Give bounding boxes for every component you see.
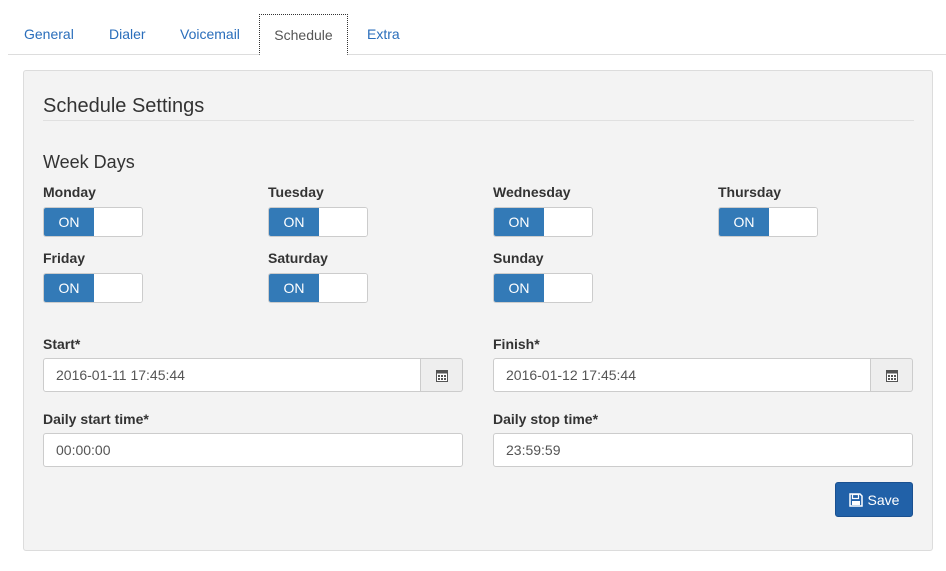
toggle-wednesday[interactable]: ON — [493, 207, 593, 237]
toggle-handle — [544, 274, 592, 302]
day-saturday: Saturday ON — [268, 248, 468, 303]
day-monday: Monday ON — [43, 182, 243, 237]
week-days-heading: Week Days — [43, 152, 135, 172]
toggle-friday[interactable]: ON — [43, 273, 143, 303]
toggle-thursday[interactable]: ON — [718, 207, 818, 237]
toggle-monday[interactable]: ON — [43, 207, 143, 237]
toggle-on-label: ON — [44, 274, 94, 302]
title-divider — [43, 120, 914, 121]
daily-stop-time-input[interactable] — [493, 433, 913, 467]
tab-extra[interactable]: Extra — [367, 14, 400, 55]
panel-title: Schedule Settings — [43, 95, 205, 117]
toggle-on-label: ON — [719, 208, 769, 236]
toggle-handle — [94, 274, 142, 302]
toggle-on-label: ON — [494, 208, 544, 236]
day-label-thursday: Thursday — [718, 184, 782, 200]
toggle-on-label: ON — [44, 208, 94, 236]
day-label-monday: Monday — [43, 184, 96, 200]
calendar-icon[interactable] — [871, 358, 913, 392]
floppy-disk-icon — [848, 492, 863, 507]
finish-datetime-group — [493, 358, 913, 392]
toggle-handle — [769, 208, 817, 236]
start-datetime-group — [43, 358, 463, 392]
tab-voicemail[interactable]: Voicemail — [180, 14, 240, 55]
toggle-saturday[interactable]: ON — [268, 273, 368, 303]
day-friday: Friday ON — [43, 248, 243, 303]
day-sunday: Sunday ON — [493, 248, 693, 303]
toggle-on-label: ON — [269, 274, 319, 302]
toggle-handle — [94, 208, 142, 236]
day-label-wednesday: Wednesday — [493, 184, 571, 200]
daily-start-label: Daily start time* — [43, 411, 149, 427]
day-thursday: Thursday ON — [718, 182, 918, 237]
toggle-tuesday[interactable]: ON — [268, 207, 368, 237]
toggle-handle — [319, 274, 367, 302]
start-label: Start* — [43, 336, 81, 352]
daily-stop-label: Daily stop time* — [493, 411, 599, 427]
tab-dialer[interactable]: Dialer — [109, 14, 146, 55]
save-button-label: Save — [867, 491, 900, 508]
day-wednesday: Wednesday ON — [493, 182, 693, 237]
toggle-handle — [319, 208, 367, 236]
day-tuesday: Tuesday ON — [268, 182, 468, 237]
toggle-handle — [544, 208, 592, 236]
day-label-friday: Friday — [43, 250, 86, 266]
tab-schedule[interactable]: Schedule — [259, 14, 348, 55]
finish-label: Finish* — [493, 336, 540, 352]
save-button[interactable]: Save — [835, 482, 913, 517]
day-label-sunday: Sunday — [493, 250, 544, 266]
schedule-settings-panel: Schedule Settings Week Days Monday ON Tu… — [23, 70, 933, 551]
tab-bar: General Dialer Voicemail Schedule Extra — [8, 14, 946, 55]
start-datetime-input[interactable] — [43, 358, 421, 392]
finish-datetime-input[interactable] — [493, 358, 871, 392]
toggle-sunday[interactable]: ON — [493, 273, 593, 303]
day-label-tuesday: Tuesday — [268, 184, 324, 200]
toggle-on-label: ON — [269, 208, 319, 236]
tab-general[interactable]: General — [24, 14, 74, 55]
day-label-saturday: Saturday — [268, 250, 328, 266]
daily-start-time-input[interactable] — [43, 433, 463, 467]
calendar-icon[interactable] — [421, 358, 463, 392]
toggle-on-label: ON — [494, 274, 544, 302]
